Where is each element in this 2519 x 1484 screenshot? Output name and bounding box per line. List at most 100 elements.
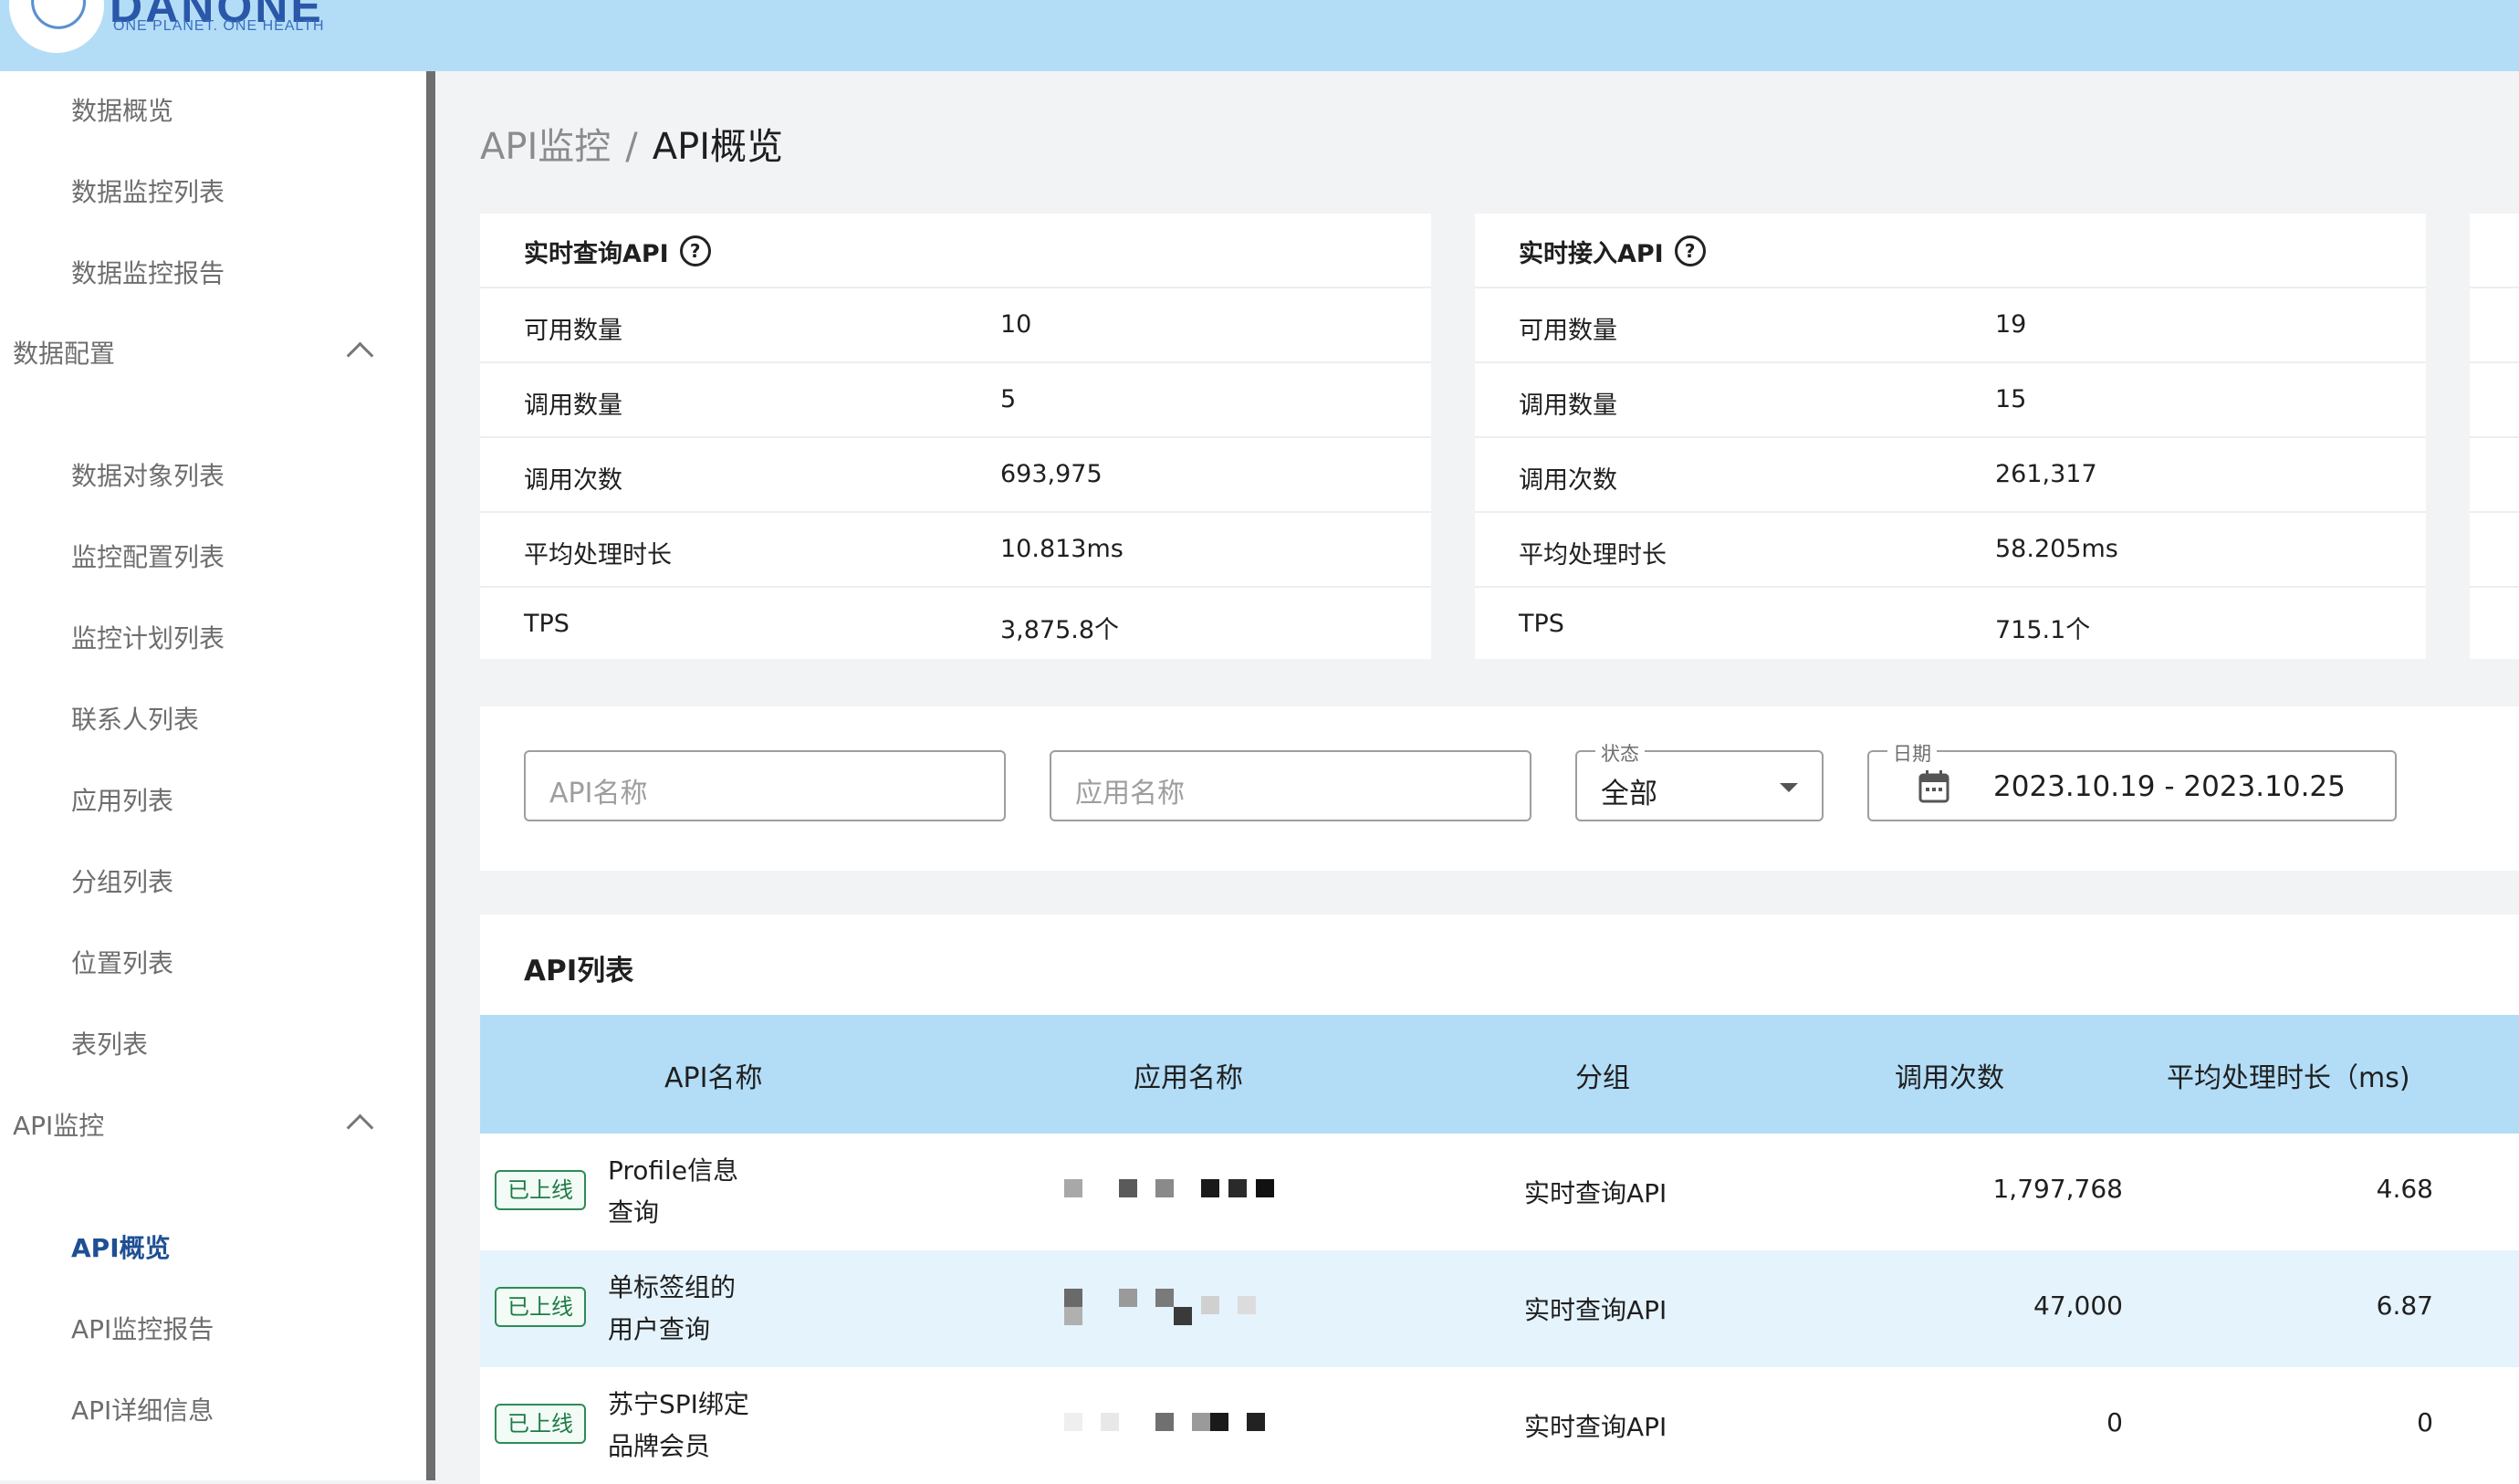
kpi-row: TPS 3,875.8个 xyxy=(480,586,1431,663)
chevron-up-icon[interactable] xyxy=(346,341,374,370)
card-title: 实时查询API ? xyxy=(524,234,711,268)
table-row[interactable]: 已上线 苏宁SPI绑定 品牌会员 实时查询API 0 0 xyxy=(480,1367,2519,1484)
kpi-value: 15 xyxy=(1995,385,2027,413)
sidebar-item-group-list[interactable]: 分组列表 xyxy=(71,862,173,899)
column-header-group[interactable]: 分组 xyxy=(1575,1055,1630,1095)
sidebar-item-data-object-list[interactable]: 数据对象列表 xyxy=(71,456,225,493)
sidebar-item-api-overview[interactable]: API概览 xyxy=(71,1228,171,1265)
filter-panel: API名称 应用名称 状态 全部 日期 2023.10.19 - 2023.10… xyxy=(480,706,2519,871)
sidebar-item-monitor-plan-list[interactable]: 监控计划列表 xyxy=(71,619,225,655)
sidebar-item-data-monitor-report[interactable]: 数据监控报告 xyxy=(71,254,225,290)
group-cell: 实时查询API xyxy=(1524,1412,1667,1442)
dropdown-caret-icon xyxy=(1780,783,1798,792)
kpi-label: 调用数量 xyxy=(524,392,622,420)
column-header-calls[interactable]: 调用次数 xyxy=(1895,1055,2004,1095)
summary-card-realtime-query: 实时查询API ? 可用数量 10 调用数量 5 调用次数 693,975 平均… xyxy=(480,214,1431,659)
kpi-value: 715.1个 xyxy=(1995,616,2091,644)
api-name-line: 品牌会员 xyxy=(608,1431,711,1461)
sidebar-item-data-monitor-list[interactable]: 数据监控列表 xyxy=(71,172,225,209)
sidebar-item-contact-list[interactable]: 联系人列表 xyxy=(71,700,199,737)
status-select[interactable]: 状态 全部 xyxy=(1575,739,1824,821)
sidebar-item-api-monitor-report[interactable]: API监控报告 xyxy=(71,1310,214,1346)
kpi-label: 可用数量 xyxy=(524,317,622,345)
calls-cell: 47,000 xyxy=(2033,1291,2123,1321)
breadcrumb-current: API概览 xyxy=(652,126,784,168)
card-title-text: 实时接入API xyxy=(1519,239,1664,268)
api-name-line: 查询 xyxy=(608,1197,660,1228)
app-name-input[interactable]: 应用名称 xyxy=(1050,750,1531,821)
kpi-value: 10 xyxy=(1000,310,1032,339)
date-range-picker[interactable]: 日期 2023.10.19 - 2023.10.25 xyxy=(1867,739,2397,821)
kpi-value: 261,317 xyxy=(1995,460,2097,488)
avg-duration-cell: 6.87 xyxy=(2376,1291,2433,1321)
avg-duration-cell: 0 xyxy=(2417,1407,2433,1437)
kpi-label: 调用次数 xyxy=(524,466,622,495)
kpi-row xyxy=(2470,511,2519,588)
breadcrumb-parent-link[interactable]: API监控 xyxy=(480,126,611,168)
summary-card-partial xyxy=(2470,214,2519,659)
api-name-line: 用户查询 xyxy=(608,1314,711,1344)
sidebar-item-table-list[interactable]: 表列表 xyxy=(71,1025,148,1061)
status-label: 状态 xyxy=(1595,739,1645,767)
kpi-value: 5 xyxy=(1000,385,1017,413)
kpi-value: 10.813ms xyxy=(1000,535,1124,563)
sidebar-item-api-detail[interactable]: API详细信息 xyxy=(71,1391,214,1427)
avg-duration-cell: 4.68 xyxy=(2376,1174,2433,1204)
card-title-text: 实时查询API xyxy=(524,239,669,268)
api-name-cell: 苏宁SPI绑定 品牌会员 xyxy=(608,1384,772,1468)
table-row[interactable]: 已上线 单标签组的 用户查询 实时查询API 47,000 6.87 xyxy=(480,1250,2519,1367)
kpi-row: 平均处理时长 10.813ms xyxy=(480,511,1431,588)
kpi-row: 调用数量 15 xyxy=(1475,361,2426,438)
summary-card-realtime-ingest: 实时接入API ? 可用数量 19 调用数量 15 调用次数 261,317 平… xyxy=(1475,214,2426,659)
kpi-row: 可用数量 10 xyxy=(480,287,1431,363)
table-header: API名称 应用名称 分组 调用次数 平均处理时长（ms) xyxy=(480,1015,2519,1134)
card-title: 实时接入API ? xyxy=(1519,234,1706,268)
kpi-label: TPS xyxy=(524,610,570,638)
table-row[interactable]: 已上线 Profile信息 查询 实时查询API 1,797,768 4.68 xyxy=(480,1134,2519,1250)
help-icon[interactable]: ? xyxy=(679,235,711,266)
api-name-line: 单标签组的 xyxy=(608,1272,737,1302)
sidebar-item-app-list[interactable]: 应用列表 xyxy=(71,781,173,818)
api-list-panel: API列表 API名称 应用名称 分组 调用次数 平均处理时长（ms) 已上线 … xyxy=(480,914,2519,1484)
kpi-label: 调用数量 xyxy=(1519,392,1617,420)
sidebar-item-monitor-config-list[interactable]: 监控配置列表 xyxy=(71,538,225,574)
sidebar-item-data-overview[interactable]: 数据概览 xyxy=(71,91,173,128)
kpi-row: TPS 715.1个 xyxy=(1475,586,2426,663)
app-name-redacted xyxy=(1064,1289,1338,1325)
sidebar-scrollbar[interactable] xyxy=(426,71,435,1480)
brand-tagline: ONE PLANET. ONE HEALTH xyxy=(113,18,325,34)
kpi-row: 调用次数 261,317 xyxy=(1475,436,2426,513)
kpi-row xyxy=(2470,586,2519,663)
kpi-value: 3,875.8个 xyxy=(1000,616,1120,644)
kpi-row xyxy=(2470,287,2519,363)
sidebar: 数据概览 数据监控列表 数据监控报告 数据配置 数据对象列表 监控配置列表 监控… xyxy=(0,71,426,1480)
app-name-redacted xyxy=(1064,1413,1338,1440)
kpi-label: 平均处理时长 xyxy=(1519,541,1667,570)
api-name-input[interactable]: API名称 xyxy=(524,750,1006,821)
kpi-label: 调用次数 xyxy=(1519,466,1617,495)
api-name-placeholder: API名称 xyxy=(549,778,648,810)
breadcrumb: API监控 / API概览 xyxy=(480,117,783,170)
kpi-value: 58.205ms xyxy=(1995,535,2118,563)
kpi-row: 平均处理时长 58.205ms xyxy=(1475,511,2426,588)
help-icon[interactable]: ? xyxy=(1674,235,1706,266)
api-name-line: 苏宁SPI绑定 xyxy=(608,1389,749,1419)
date-range-value: 2023.10.19 - 2023.10.25 xyxy=(1993,770,2346,803)
status-value: 全部 xyxy=(1601,778,1657,810)
sidebar-group-api-monitor[interactable]: API监控 xyxy=(13,1106,104,1143)
sidebar-group-data-config[interactable]: 数据配置 xyxy=(13,334,115,371)
status-badge: 已上线 xyxy=(495,1170,586,1210)
kpi-value: 693,975 xyxy=(1000,460,1103,488)
status-badge: 已上线 xyxy=(495,1404,586,1444)
top-header: DANONE ONE PLANET. ONE HEALTH xyxy=(0,0,2519,71)
kpi-row xyxy=(2470,436,2519,513)
column-header-api-name[interactable]: API名称 xyxy=(664,1055,762,1095)
kpi-label: 平均处理时长 xyxy=(524,541,672,570)
calendar-icon xyxy=(1918,770,1949,803)
status-badge: 已上线 xyxy=(495,1287,586,1327)
column-header-avg-duration[interactable]: 平均处理时长（ms) xyxy=(2167,1055,2410,1095)
sidebar-item-location-list[interactable]: 位置列表 xyxy=(71,944,173,980)
chevron-up-icon[interactable] xyxy=(346,1113,374,1142)
api-name-line: Profile信息 xyxy=(608,1155,739,1186)
column-header-app-name[interactable]: 应用名称 xyxy=(1134,1055,1243,1095)
